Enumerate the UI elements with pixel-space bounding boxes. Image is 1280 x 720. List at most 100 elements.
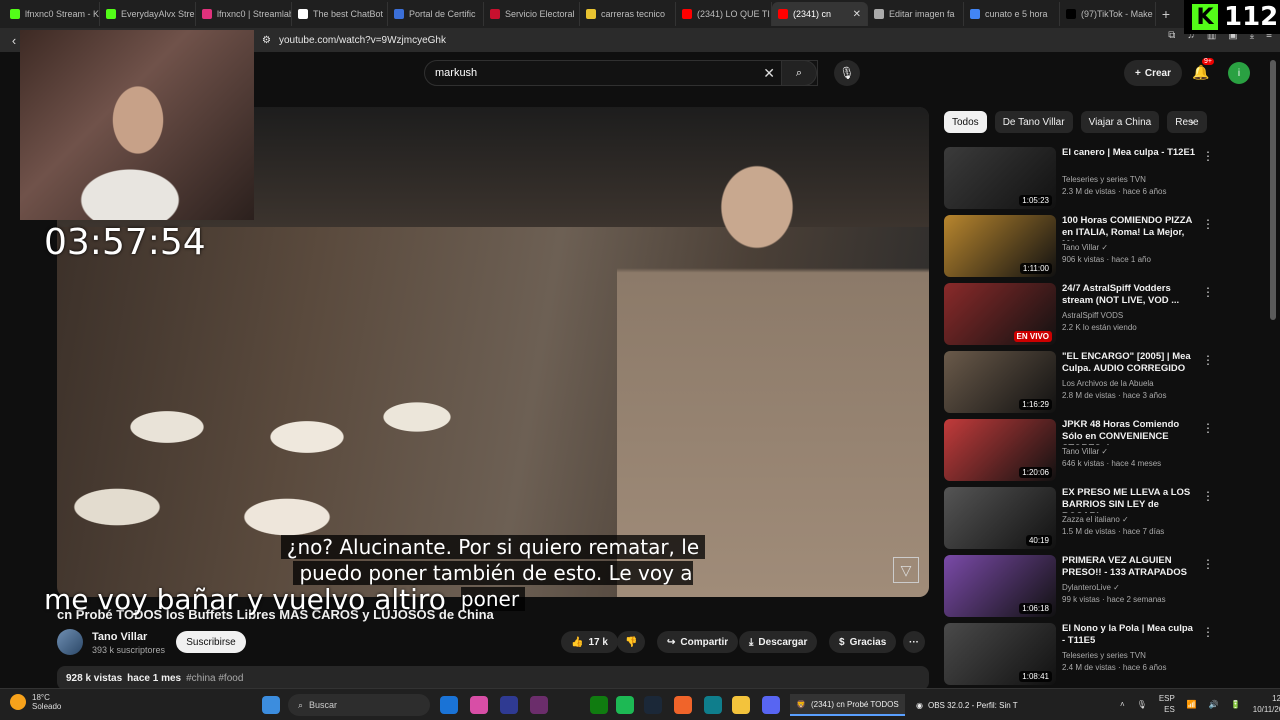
recommended-channel[interactable]: Tano Villar ✓ [1062, 447, 1108, 456]
browser-tab[interactable]: EverydayAlvx Stre [100, 2, 196, 26]
more-options-icon[interactable]: ⋮ [1202, 149, 1214, 163]
more-options-icon[interactable]: ⋮ [1202, 353, 1214, 367]
video-thumbnail[interactable]: EN VIVO [944, 283, 1056, 345]
video-thumbnail[interactable]: 1:11:00 [944, 215, 1056, 277]
browser-tab[interactable]: Portal de Certific [388, 2, 484, 26]
xbox-icon[interactable] [590, 696, 608, 714]
thanks-button[interactable]: $ Gracias [829, 631, 897, 653]
file-explorer-icon[interactable] [732, 696, 750, 714]
steam-icon[interactable] [644, 696, 662, 714]
video-thumbnail[interactable]: 1:05:23 [944, 147, 1056, 209]
recommended-video[interactable]: 1:11:00 100 Horas COMIENDO PIZZA en ITALI… [944, 215, 1264, 277]
recommended-title[interactable]: "EL ENCARGO" [2005] | Mea Culpa. AUDIO C… [1062, 351, 1196, 375]
browser-tab[interactable]: lfnxnc0 Stream - K [4, 2, 100, 26]
recommended-video[interactable]: 1:20:06 JPKR 48 Horas Comiendo Sólo en CO… [944, 419, 1264, 481]
more-options-icon[interactable]: ⋮ [1202, 285, 1214, 299]
video-thumbnail[interactable]: 40:19 [944, 487, 1056, 549]
weather-widget[interactable]: 18°C Soleado [10, 693, 61, 711]
recommended-channel[interactable]: DylanteroLive ✓ [1062, 583, 1120, 592]
more-options-icon[interactable]: ⋮ [1202, 489, 1214, 503]
url-text[interactable]: youtube.com/watch?v=9WzjmcyeGhk [279, 35, 446, 46]
system-clock[interactable]: 12:35 10/11/2025 [1253, 693, 1280, 715]
video-thumbnail[interactable]: 1:20:06 [944, 419, 1056, 481]
recommended-channel[interactable]: Tano Villar ✓ [1062, 243, 1108, 252]
browser-tab[interactable]: Servicio Electoral [484, 2, 580, 26]
dislike-button[interactable]: 👎 [617, 631, 646, 653]
recommended-channel[interactable]: Teleseries y series TVN [1062, 651, 1146, 660]
edge-icon[interactable] [704, 696, 722, 714]
recommended-video[interactable]: 1:08:41 El Nono y la Pola | Mea culpa - T… [944, 623, 1264, 685]
recommended-channel[interactable]: Los Archivos de la Abuela [1062, 379, 1154, 388]
recommended-video[interactable]: EN VIVO 24/7 AstralSpiff Vodders stream (… [944, 283, 1264, 345]
more-options-icon[interactable]: ⋮ [1202, 557, 1214, 571]
download-button[interactable]: ⤓ Descargar [739, 631, 818, 653]
browser-tab[interactable]: (97)TikTok - Make [1060, 2, 1156, 26]
wifi-icon[interactable]: 📶 [1187, 700, 1197, 709]
taskbar-brave-window[interactable]: 🦁 (2341) cn Probé TODOS [790, 694, 905, 716]
battery-icon[interactable]: 🔋 [1231, 700, 1241, 709]
browser-tab[interactable]: lfnxnc0 | Streamlab [196, 2, 292, 26]
video-thumbnail[interactable]: 1:06:18 [944, 555, 1056, 617]
voice-search-button[interactable]: 🎙 [834, 60, 860, 86]
browser-tab[interactable]: carreras tecnico [580, 2, 676, 26]
clear-search-icon[interactable]: ✕ [763, 65, 775, 82]
search-input[interactable]: markush [435, 67, 477, 79]
video-thumbnail[interactable]: 1:08:41 [944, 623, 1056, 685]
url-field[interactable]: ⚙ youtube.com/watch?v=9WzjmcyeGhk [262, 32, 982, 48]
channel-name[interactable]: Tano Villar [92, 631, 147, 643]
browser-tab[interactable]: cunato e 5 hora [964, 2, 1060, 26]
filter-chip[interactable]: Todos [944, 111, 987, 133]
recommended-channel[interactable]: AstralSpiff VODS [1062, 311, 1123, 320]
recommended-video[interactable]: 1:06:18 PRIMERA VEZ ALGUIEN PRESO!! - 133… [944, 555, 1264, 617]
search-button[interactable]: ⌕ [781, 60, 817, 86]
recommended-title[interactable]: El Nono y la Pola | Mea culpa - T11E5 [1062, 623, 1196, 647]
recommended-video[interactable]: 1:05:23 El canero | Mea culpa - T12E1 Tele… [944, 147, 1264, 209]
search-box[interactable]: markush ✕ ⌕ [424, 60, 818, 86]
account-avatar[interactable]: i [1228, 62, 1250, 84]
recommended-title[interactable]: El canero | Mea culpa - T12E1 [1062, 147, 1196, 159]
browser-tab[interactable]: (2341) cn ✕ [772, 2, 868, 26]
adobe-icon[interactable] [674, 696, 692, 714]
browser-tab[interactable]: Editar imagen fa [868, 2, 964, 26]
recommended-video[interactable]: 1:16:29 "EL ENCARGO" [2005] | Mea Culpa. … [944, 351, 1264, 413]
taskbar-obs-window[interactable]: ◉ OBS 32.0.2 - Perfil: Sin T [910, 694, 1024, 716]
recommended-title[interactable]: JPKR 48 Horas Comiendo Sólo en CONVENIEN… [1062, 419, 1196, 445]
recommended-video[interactable]: 40:19 EX PRESO ME LLEVA a LOS BARRIOS SIN… [944, 487, 1264, 549]
filter-chip[interactable]: Viajar a China [1080, 111, 1160, 133]
recommended-title[interactable]: PRIMERA VEZ ALGUIEN PRESO!! - 133 ATRAPA… [1062, 555, 1196, 579]
more-options-icon[interactable]: ⋮ [1202, 625, 1214, 639]
extension-icon[interactable]: ⧉ [1168, 30, 1175, 41]
discord-icon[interactable] [762, 696, 780, 714]
recommended-title[interactable]: EX PRESO ME LLEVA a LOS BARRIOS SIN LEY … [1062, 487, 1196, 513]
language-indicator[interactable]: ESP ES [1159, 693, 1175, 715]
more-options-icon[interactable]: ⋮ [1202, 421, 1214, 435]
more-actions-button[interactable]: ··· [903, 631, 925, 653]
chevron-up-icon[interactable]: ˄ [1120, 700, 1125, 709]
copilot-icon[interactable] [470, 696, 488, 714]
share-button[interactable]: ↪ Compartir [657, 631, 739, 653]
description-box[interactable]: 928 k vistas hace 1 mes #china #food [57, 666, 929, 690]
like-button[interactable]: 👍 17 k [561, 631, 618, 653]
browser-tab[interactable]: The best ChatBot [292, 2, 388, 26]
recommended-channel[interactable]: Zazza el italiano ✓ [1062, 515, 1129, 524]
chevron-right-icon[interactable]: › [1190, 115, 1194, 129]
filter-chip[interactable]: Rese [1167, 111, 1207, 133]
recommended-channel[interactable]: Teleseries y series TVN [1062, 175, 1146, 184]
channel-watermark-icon[interactable]: ▽ [893, 557, 919, 583]
new-tab-icon[interactable]: + [1156, 6, 1176, 22]
browser-tab[interactable]: (2341) LO QUE TI [676, 2, 772, 26]
video-thumbnail[interactable]: 1:16:29 [944, 351, 1056, 413]
volume-icon[interactable]: 🔊 [1209, 700, 1219, 709]
teams-icon[interactable] [500, 696, 518, 714]
close-tab-icon[interactable]: ✕ [853, 9, 861, 20]
more-options-icon[interactable]: ⋮ [1202, 217, 1214, 231]
outlook-icon[interactable] [440, 696, 458, 714]
subscribe-button[interactable]: Suscribirse [176, 631, 246, 653]
page-scrollbar[interactable] [1270, 60, 1276, 320]
hashtags[interactable]: #china #food [186, 673, 243, 684]
channel-avatar[interactable] [57, 629, 83, 655]
create-button[interactable]: + Crear [1124, 60, 1182, 86]
microphone-icon[interactable]: 🎙 [1137, 700, 1147, 709]
site-info-icon[interactable]: ⚙ [262, 35, 271, 46]
spotify-icon[interactable] [616, 696, 634, 714]
